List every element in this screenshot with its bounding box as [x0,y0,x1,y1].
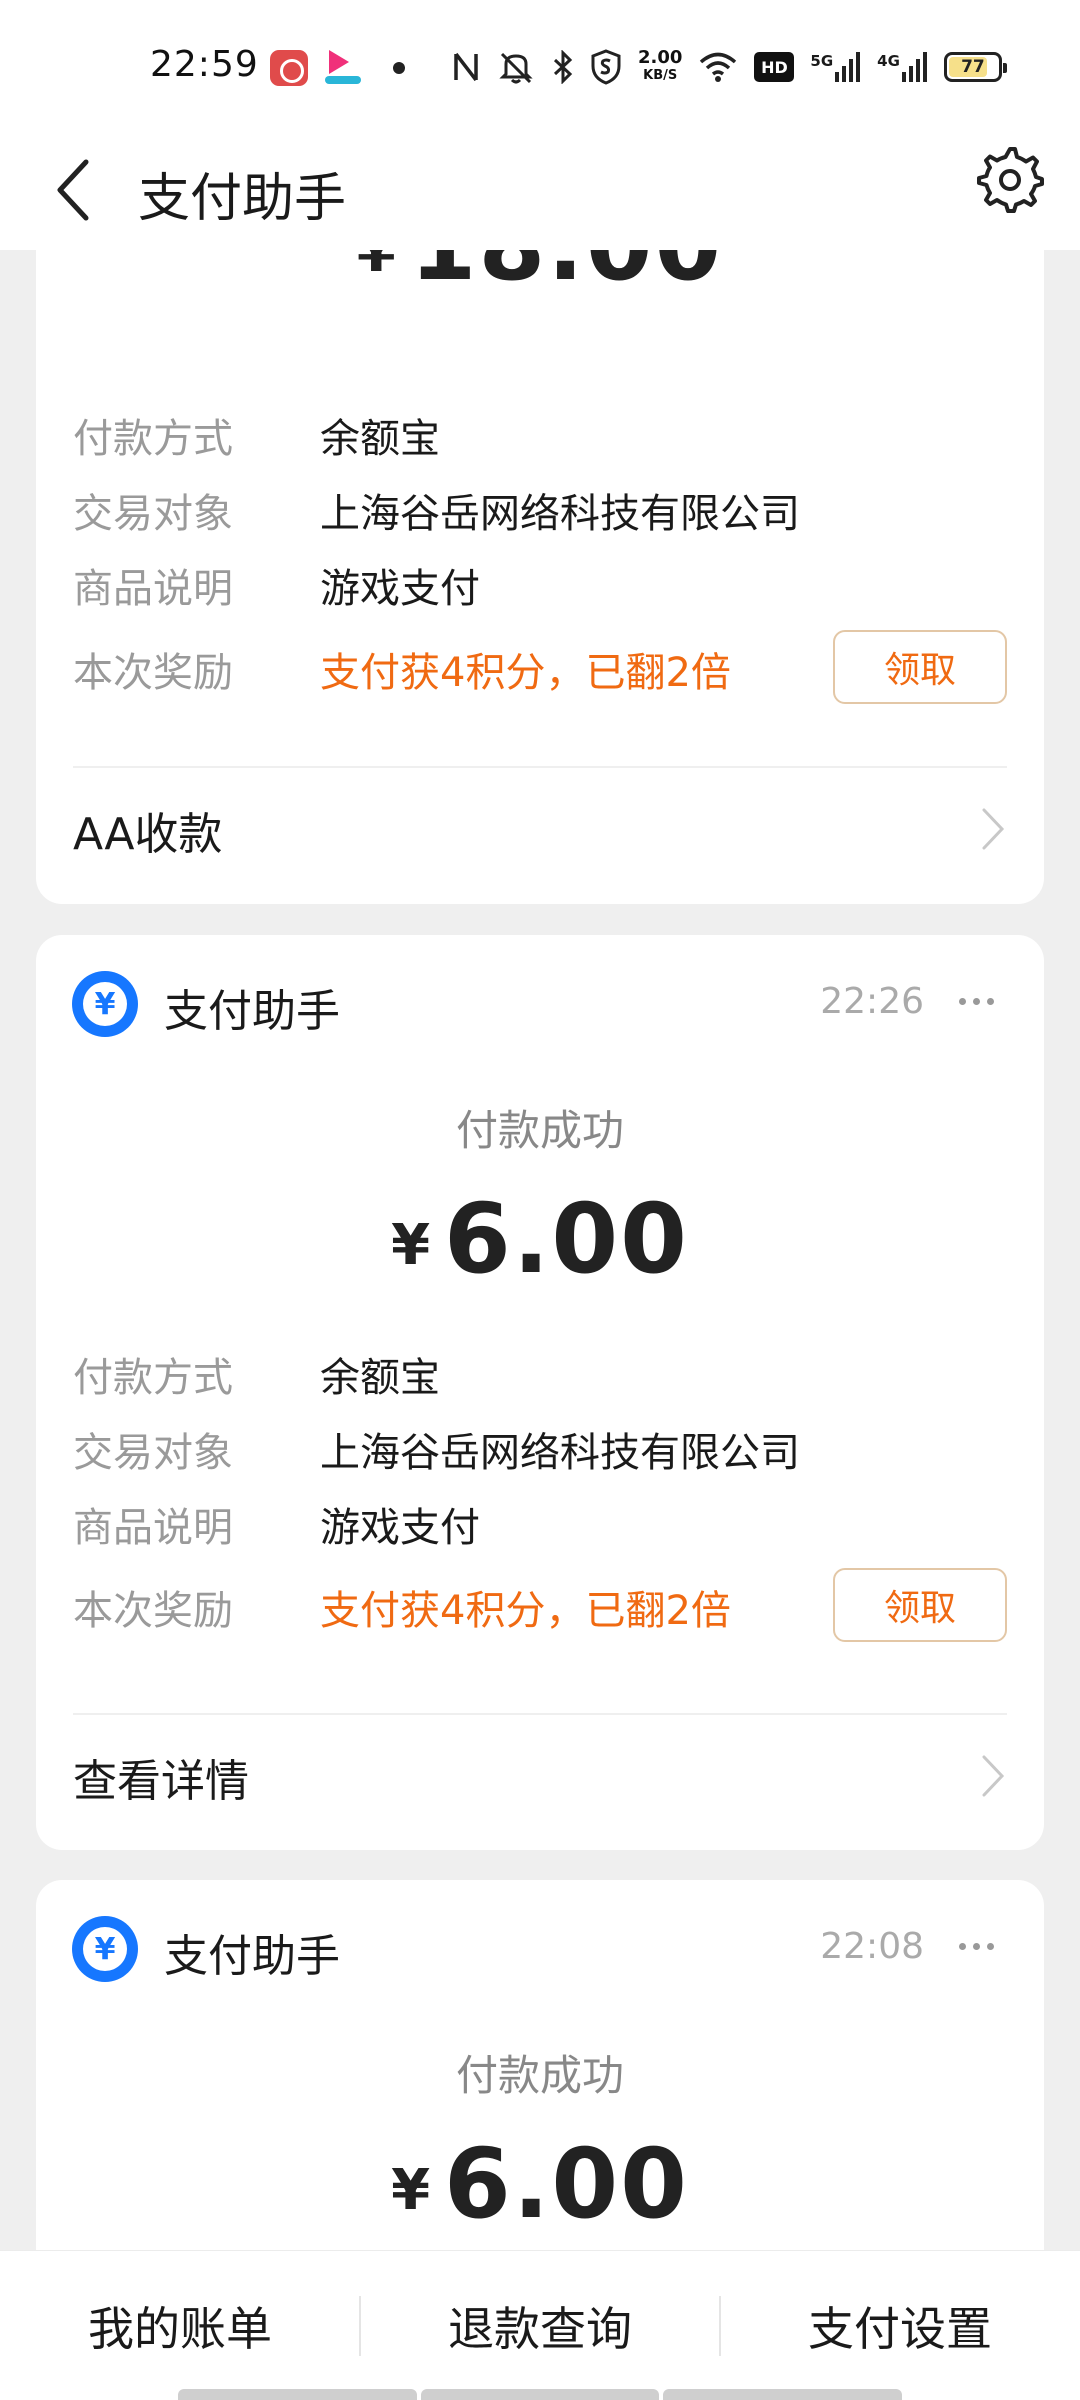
nav-bar: 支付助手 [0,130,1080,250]
mute-icon [499,52,533,84]
chevron-right-icon [982,1755,1005,1797]
payment-card-3: ¥ 支付助手 22:08 付款成功 ¥6.00 [36,1880,1044,2250]
payment-card-2: ¥ 支付助手 22:26 付款成功 ¥6.00 付款方式 余额宝 交易对象 上海… [36,935,1044,1850]
payment-amount: ¥6.00 [36,2128,1044,2240]
network-speed-unit: KB/S [643,68,678,83]
logo-glyph: ¥ [83,1927,127,1971]
chevron-left-icon [57,159,89,221]
notification-app-icon [270,50,308,86]
link-label: 查看详情 [73,1756,249,1807]
card-header: ¥ 支付助手 22:08 [36,1880,1044,2020]
reward-text: 支付获4积分，已翻2倍 [320,1588,731,1634]
claim-reward-button[interactable]: 领取 [833,1568,1007,1642]
detail-value: 余额宝 [320,416,440,462]
battery-level: 77 [961,57,985,77]
sender-name: 支付助手 [164,986,340,1037]
claim-reward-button[interactable]: 领取 [833,630,1007,704]
detail-label: 商品说明 [73,1505,233,1551]
network-speed-value: 2.00 [638,47,683,68]
gear-icon [977,147,1044,213]
card-header: ¥ 支付助手 22:26 [36,935,1044,1075]
detail-label: 本次奖励 [73,650,233,696]
detail-value: 上海谷岳网络科技有限公司 [320,1430,800,1476]
amount-value: 18.00 [410,250,724,302]
signal-bars-icon-2 [901,52,927,82]
view-details-link[interactable]: 查看详情 [36,1715,1044,1835]
currency-symbol: ¥ [391,2158,431,2223]
currency-symbol: ¥ [356,250,396,285]
tab-payment-settings[interactable]: 支付设置 [720,2251,1080,2400]
status-time: 22:59 [150,44,259,85]
more-options-button[interactable] [948,981,1004,1021]
detail-label: 付款方式 [73,1355,233,1401]
detail-value: 余额宝 [320,1355,440,1401]
notification-dot-icon [393,62,405,74]
detail-label: 交易对象 [73,491,233,537]
settings-button[interactable] [974,144,1046,216]
reward-text: 支付获4积分，已翻2倍 [320,650,731,696]
signal-bars-icon [835,52,861,82]
payment-status: 付款成功 [455,2051,624,2100]
battery-icon: 77 [943,52,1007,82]
link-label: AA收款 [73,809,223,860]
message-time: 22:08 [820,1926,924,1967]
amount-value: 6.00 [444,2128,689,2240]
payment-amount: ¥6.00 [36,1183,1044,1295]
detail-label: 商品说明 [73,566,233,612]
message-time: 22:26 [820,981,924,1022]
logo-glyph: ¥ [83,982,127,1026]
payment-status: 付款成功 [455,1106,624,1155]
signal-5g-label: 5G [810,52,834,70]
detail-value: 游戏支付 [320,566,480,612]
detail-label: 付款方式 [73,416,233,462]
detail-value: 游戏支付 [320,1505,480,1551]
detail-value: 上海谷岳网络科技有限公司 [320,491,800,537]
hd-voice-badge: HD [754,52,795,82]
status-bar: 22:59 2.00 KB/S HD 5G 4G 77 [0,0,1080,130]
more-options-button[interactable] [948,1926,1004,1966]
back-button[interactable] [48,154,108,226]
signal-5g: 5G [810,52,861,82]
sender-name: 支付助手 [164,1931,340,1982]
currency-symbol: ¥ [391,1213,431,1278]
message-list[interactable]: ¥18.00 付款方式 余额宝 交易对象 上海谷岳网络科技有限公司 商品说明 游… [0,250,1080,2250]
chevron-right-icon [982,808,1005,850]
shield-icon [591,49,621,85]
nfc-icon [454,52,478,82]
wifi-icon [700,52,737,82]
detail-label: 本次奖励 [73,1588,233,1634]
bluetooth-icon [553,50,573,84]
aa-collect-link[interactable]: AA收款 [36,768,1044,888]
network-speed: 2.00 KB/S [638,49,682,85]
signal-4g: 4G [877,52,928,82]
tab-my-bills[interactable]: 我的账单 [0,2251,360,2400]
page-title: 支付助手 [138,169,347,229]
alipay-logo-icon: ¥ [72,1916,138,1982]
notification-app-icon-2 [325,48,361,88]
bottom-tab-bar: 我的账单 退款查询 支付设置 [0,2250,1080,2400]
payment-amount: ¥18.00 [36,250,1044,302]
amount-value: 6.00 [444,1183,689,1295]
status-icons: 2.00 KB/S HD 5G 4G 77 [452,44,1007,90]
tab-refund-query[interactable]: 退款查询 [360,2251,720,2400]
signal-4g-label: 4G [877,52,900,70]
detail-label: 交易对象 [73,1430,233,1476]
payment-card-1: ¥18.00 付款方式 余额宝 交易对象 上海谷岳网络科技有限公司 商品说明 游… [36,250,1044,904]
alipay-logo-icon: ¥ [72,971,138,1037]
home-indicator[interactable] [178,2389,903,2400]
